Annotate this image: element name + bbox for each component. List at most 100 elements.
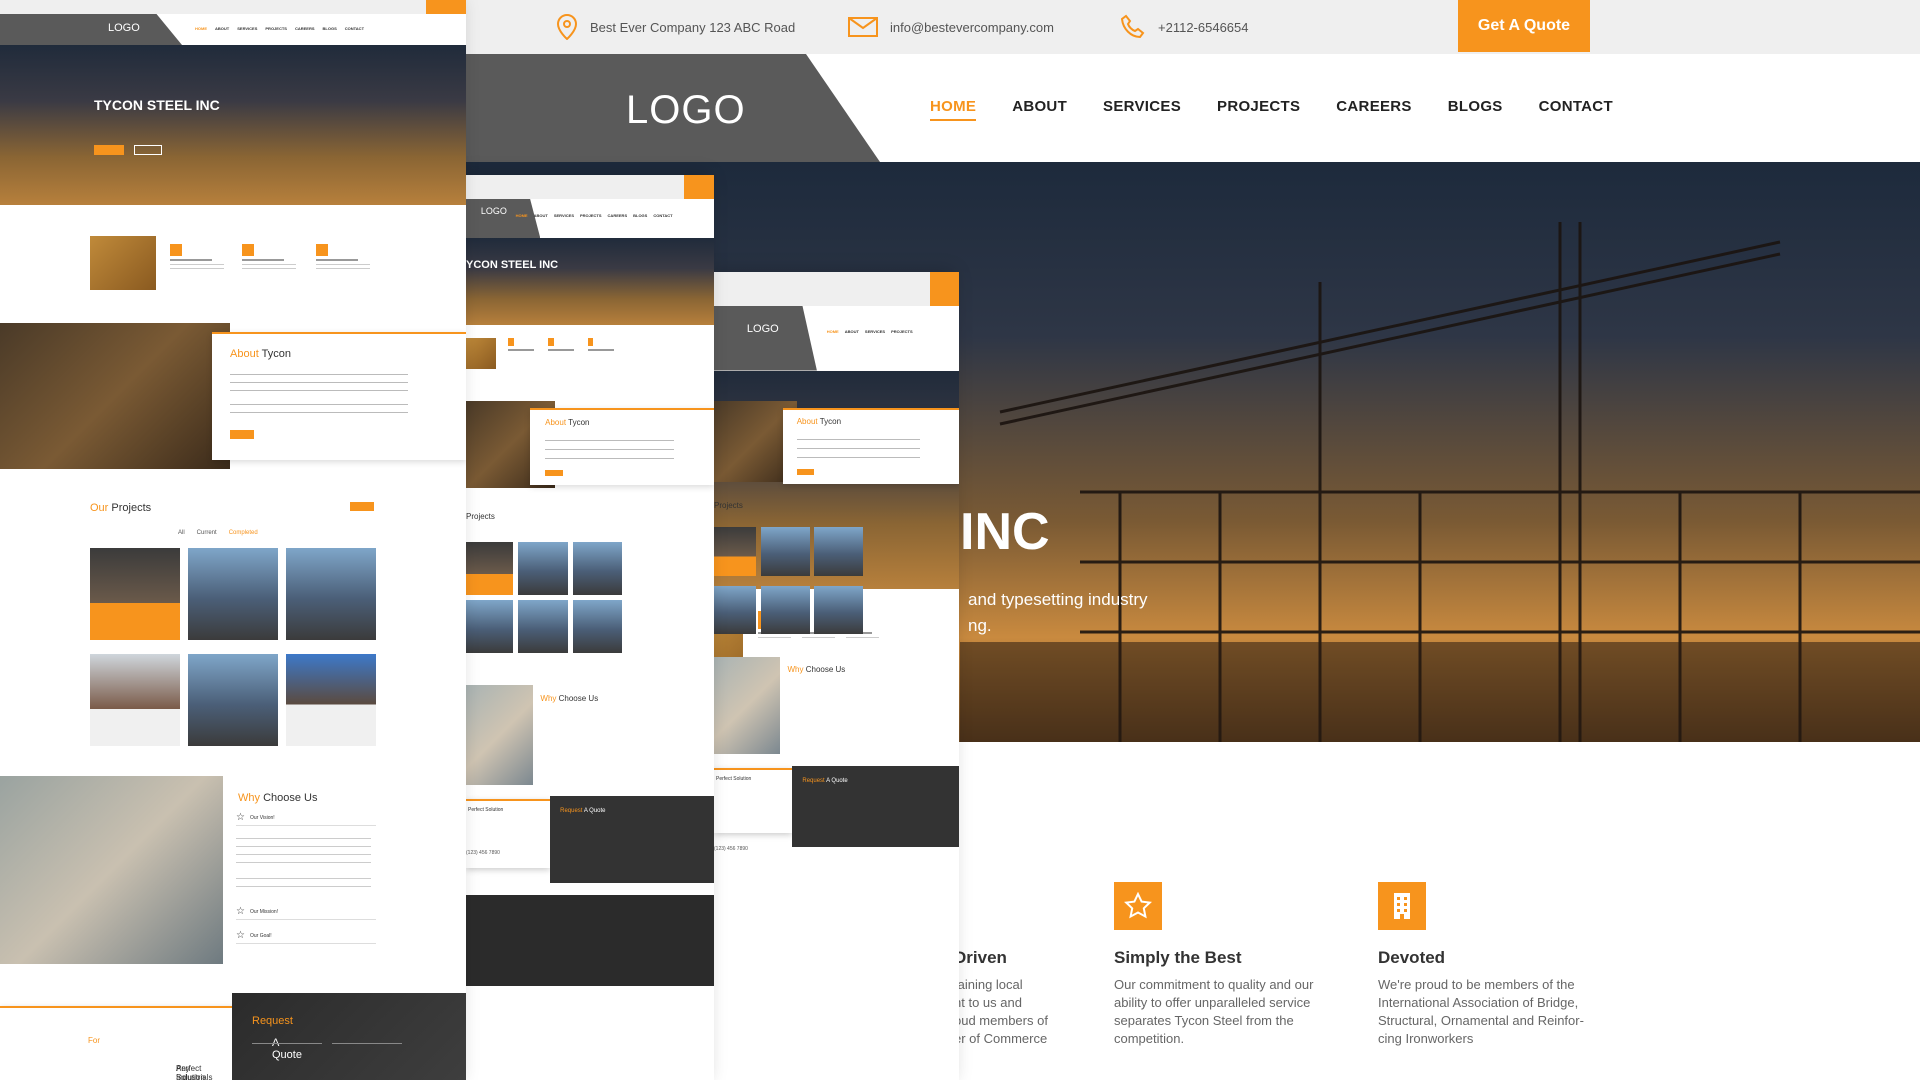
email-info: info@bestevercompany.com [848,0,1054,54]
nav-about[interactable]: ABOUT [1012,98,1067,121]
mini-accordion-vision: Our Vision! [236,812,376,826]
mini-quote-button[interactable] [426,0,466,14]
mini-nav-contact: CONTACT [344,26,365,31]
mini-footer [466,895,714,986]
nav-contact[interactable]: CONTACT [1539,98,1613,121]
mini-project-thumb [518,600,568,653]
nav-services[interactable]: SERVICES [1103,98,1181,121]
mini-why-title: Why Choose Us [238,792,318,804]
mini-perfect-solution-text: Perfect Solution For Any Industrials [88,1036,213,1080]
mini-hero: TYCON STEEL INC [0,45,466,205]
mini-logo: LOGO [466,198,541,239]
mini-filter-all: All [178,530,185,536]
mini-project-thumb [760,527,810,576]
mini-nav-careers: CAREERS [607,212,628,218]
mini-request-quote-title: Request A Quote [252,1015,302,1061]
hero-subtitle: and typesetting industry ng. [968,587,1328,639]
hero-subtitle-line-2: ng. [968,616,992,635]
mini-nav-services: SERVICES [553,212,574,218]
mini-nav-projects: PROJECTS [579,212,602,218]
mini-accordion-goal: Our Goal! [236,930,376,944]
mini-project-thumb [814,527,864,576]
mini-filter-completed: Completed [228,530,258,536]
get-a-quote-button[interactable]: Get A Quote [1458,0,1590,52]
website-preview-small-3: LOGO HOMEABOUTSERVICESPROJECTS YCON STEE… [714,272,959,1080]
location-pin-icon [556,14,578,40]
mini-read-more-button [545,469,564,476]
mini-project-thumb [188,548,278,640]
mini-feature [242,244,302,288]
star-icon [1114,882,1162,930]
mini-hero-title: YCON STEEL INC [466,259,559,272]
email-text[interactable]: info@bestevercompany.com [890,20,1054,35]
mini-about-card: About Tycon [530,408,714,485]
address-text: Best Ever Company 123 ABC Road [590,19,796,35]
mini-logo-text: LOGO [746,322,779,335]
mini-read-more-button [796,468,815,475]
mini-project-thumb [90,654,180,746]
mini-quote-button[interactable] [929,272,959,306]
mini-nav-services: SERVICES [237,26,258,31]
mini-nav-about: ABOUT [215,26,230,31]
mini-nav-about: ABOUT [844,329,859,335]
mini-project-thumb [188,654,278,746]
mini-why-image [466,685,533,785]
feature-title: Simply the Best [1114,948,1242,967]
mini-topbar [466,175,714,199]
nav-careers[interactable]: CAREERS [1336,98,1411,121]
mini-phone: (123) 456 7890 [466,850,500,857]
mini-project-thumb [572,600,623,653]
mini-quote-title: Request A Quote [560,807,606,814]
mini-quote-section: Request A Quote [792,766,959,848]
mini-project-thumb [714,585,756,634]
mini-logo-text: LOGO [108,22,140,34]
mini-feature-image [466,337,496,369]
mini-projects-title: Our Projects [90,502,152,514]
mini-navbar: LOGO HOME ABOUT SERVICES PROJECTS CAREERS BLO… [466,198,714,239]
mini-feature [316,244,376,288]
phone-text: +2112-6546654 [1158,19,1249,35]
mini-logo-text: LOGO [480,206,507,217]
mini-project-thumb [760,585,810,634]
logo[interactable]: LOGO [626,88,746,133]
mini-feature [508,337,545,369]
mini-why-title: Why Choose Us [787,664,846,674]
envelope-icon [848,17,878,37]
mini-feature [547,337,585,369]
mini-hero-button [94,145,124,155]
address-info: Best Ever Company 123 ABC Road [556,0,795,54]
nav-home[interactable]: HOME [930,98,977,121]
mini-nav-home: HOME [826,329,839,335]
mini-logo: LOGO [714,305,817,371]
mini-nav-home: HOME [515,212,528,218]
mini-feature-image [90,236,156,290]
mini-perfect-card: Perfect Solution [466,799,551,869]
mini-project-thumb [90,548,180,640]
mini-nav-about: ABOUT [533,212,548,218]
mini-hero-title: TYCON STEEL INC [94,97,220,113]
mini-nav-home: HOME [195,26,207,31]
mini-why-title: Why Choose Us [540,694,599,704]
mini-about-title: About Tycon [545,417,590,427]
mini-view-all-button [350,502,374,511]
mini-nav-contact: CONTACT [653,212,673,218]
mini-nav-careers: CAREERS [294,26,315,31]
mini-perfect-solution-card: Perfect Solution For Any Industrials [0,1006,250,1080]
mini-request-quote-section: Request A Quote [232,993,466,1080]
website-preview-small-1: LOGO HOME ABOUT SERVICES PROJECTS CAREERS BLO… [0,0,466,1080]
mini-hero-button-outline [134,145,162,155]
mini-accordion-mission: Our Mission! [236,906,376,920]
mini-quote-title: Request A Quote [802,777,848,784]
mini-phone: (123) 456 7890 [714,845,748,852]
nav-blogs[interactable]: BLOGS [1448,98,1503,121]
nav-projects[interactable]: PROJECTS [1217,98,1300,121]
mini-why-image [0,776,223,964]
hero-subtitle-line-1: and typesetting industry [968,590,1148,609]
nav-menu: HOME ABOUT SERVICES PROJECTS CAREERS BLO… [930,98,1613,121]
hero-title: INC [960,503,1050,561]
feature-simply-the-best: Simply the Best Our commitment to qualit… [1114,882,1344,1048]
mini-quote-button[interactable] [684,175,714,199]
feature-text: We're proud to be members of the Interna… [1378,977,1584,1046]
mini-nav-services: SERVICES [864,329,886,335]
phone-info: +2112-6546654 [1120,0,1249,54]
